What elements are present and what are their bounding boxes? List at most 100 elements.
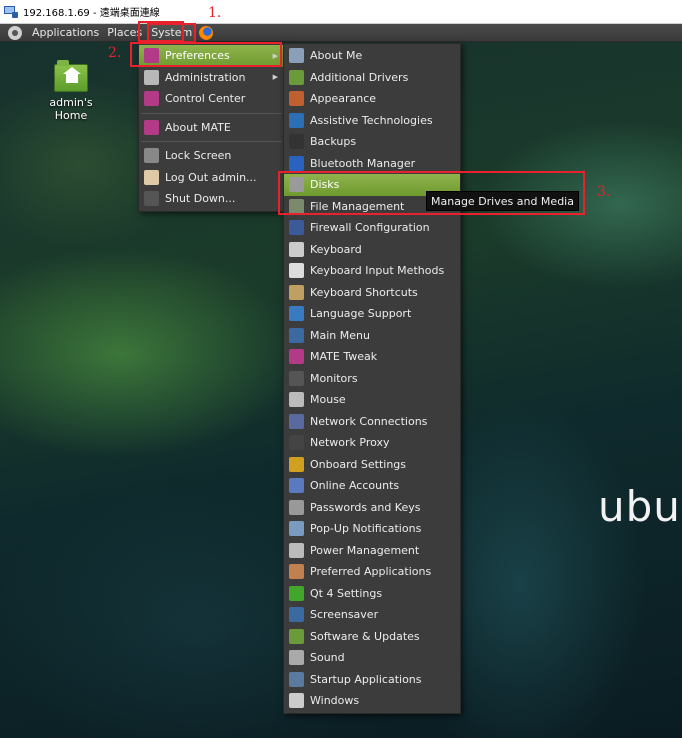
menu-item-label: Monitors bbox=[310, 371, 358, 385]
menu-item-label: About MATE bbox=[165, 120, 231, 134]
annotation-box-preferences bbox=[130, 42, 282, 67]
power-icon bbox=[144, 191, 159, 207]
menu-item-label: Backups bbox=[310, 135, 357, 149]
window-title: 192.168.1.69 - 遠端桌面連線 bbox=[23, 8, 160, 19]
menu-item-label: Startup Applications bbox=[310, 672, 422, 686]
menu-item-lock-screen[interactable]: Lock Screen bbox=[139, 145, 284, 167]
software-updates-icon bbox=[289, 628, 304, 644]
menu-item-monitors[interactable]: Monitors bbox=[284, 368, 460, 390]
applications-menu[interactable]: Applications bbox=[28, 24, 103, 42]
mate-logo-icon[interactable] bbox=[8, 25, 22, 40]
menu-item-windows[interactable]: Windows bbox=[284, 690, 460, 712]
keyboard-icon bbox=[289, 241, 304, 257]
annotation-step-1: 1. bbox=[208, 5, 222, 21]
menu-item-onboard-settings[interactable]: Onboard Settings bbox=[284, 454, 460, 476]
menu-item-keyboard[interactable]: Keyboard bbox=[284, 239, 460, 261]
menu-item-label: Passwords and Keys bbox=[310, 500, 421, 514]
passwords-icon bbox=[289, 499, 304, 515]
menu-item-about-mate[interactable]: About MATE bbox=[139, 117, 284, 139]
menu-item-startup-applications[interactable]: Startup Applications bbox=[284, 669, 460, 691]
menu-item-label: Mouse bbox=[310, 393, 346, 407]
online-accounts-icon bbox=[289, 478, 304, 494]
menu-item-label: Assistive Technologies bbox=[310, 113, 433, 127]
menu-item-label: About Me bbox=[310, 49, 363, 63]
annotation-step-3: 3. bbox=[597, 184, 611, 200]
home-folder-icon bbox=[54, 60, 88, 92]
menu-item-main-menu[interactable]: Main Menu bbox=[284, 325, 460, 347]
menu-item-power-management[interactable]: Power Management bbox=[284, 540, 460, 562]
menu-item-label: Sound bbox=[310, 651, 345, 665]
drivers-icon bbox=[289, 69, 304, 85]
preferences-submenu: About Me Additional Drivers Appearance Assi… bbox=[283, 43, 461, 714]
menu-item-label: Additional Drivers bbox=[310, 70, 409, 84]
network-proxy-icon bbox=[289, 435, 304, 451]
menu-item-mate-tweak[interactable]: MATE Tweak bbox=[284, 346, 460, 368]
desktop-home-icon[interactable]: admin's Home bbox=[32, 60, 110, 122]
notifications-icon bbox=[289, 521, 304, 537]
menu-item-label: Windows bbox=[310, 694, 360, 708]
menu-item-additional-drivers[interactable]: Additional Drivers bbox=[284, 67, 460, 89]
qt-icon bbox=[289, 585, 304, 601]
submenu-arrow-icon: ▶ bbox=[272, 73, 278, 82]
menu-item-label: Main Menu bbox=[310, 328, 370, 342]
system-dropdown: Preferences ▶ Administration ▶ Control Cente… bbox=[138, 43, 285, 212]
menu-item-label: Software & Updates bbox=[310, 629, 420, 643]
menu-item-administration[interactable]: Administration ▶ bbox=[139, 67, 284, 89]
menu-item-qt-4-settings[interactable]: Qt 4 Settings bbox=[284, 583, 460, 605]
about-me-icon bbox=[289, 48, 304, 64]
window-titlebar: 192.168.1.69 - 遠端桌面連線 bbox=[0, 0, 682, 24]
ubuntu-wordmark: ubur bbox=[598, 482, 682, 531]
menu-item-label: Administration bbox=[165, 70, 246, 84]
menu-item-label: Power Management bbox=[310, 543, 420, 557]
backups-icon bbox=[289, 134, 304, 150]
menu-item-label: Shut Down... bbox=[165, 192, 236, 206]
menu-item-shut-down[interactable]: Shut Down... bbox=[139, 188, 284, 210]
main-menu-icon bbox=[289, 327, 304, 343]
menu-item-pop-up-notifications[interactable]: Pop-Up Notifications bbox=[284, 518, 460, 540]
menu-item-firewall-configuration[interactable]: Firewall Configuration bbox=[284, 217, 460, 239]
screensaver-icon bbox=[289, 607, 304, 623]
firefox-icon[interactable] bbox=[199, 25, 214, 40]
user-icon bbox=[144, 169, 159, 185]
menu-item-label: Language Support bbox=[310, 307, 412, 321]
menu-item-passwords-and-keys[interactable]: Passwords and Keys bbox=[284, 497, 460, 519]
menu-item-software-updates[interactable]: Software & Updates bbox=[284, 626, 460, 648]
menu-item-keyboard-shortcuts[interactable]: Keyboard Shortcuts bbox=[284, 282, 460, 304]
menu-item-backups[interactable]: Backups bbox=[284, 131, 460, 153]
menu-item-label: Log Out admin... bbox=[165, 170, 257, 184]
preferred-apps-icon bbox=[289, 564, 304, 580]
menu-item-online-accounts[interactable]: Online Accounts bbox=[284, 475, 460, 497]
startup-icon bbox=[289, 671, 304, 687]
language-icon bbox=[289, 306, 304, 322]
windows-icon bbox=[289, 693, 304, 709]
top-panel: Applications Places System bbox=[0, 22, 682, 43]
menu-item-label: Lock Screen bbox=[165, 149, 232, 163]
menu-separator bbox=[141, 141, 282, 142]
menu-item-label: Online Accounts bbox=[310, 479, 400, 493]
menu-item-network-connections[interactable]: Network Connections bbox=[284, 411, 460, 433]
menu-item-label: Preferred Applications bbox=[310, 565, 432, 579]
menu-item-sound[interactable]: Sound bbox=[284, 647, 460, 669]
accessibility-icon bbox=[289, 112, 304, 128]
monitors-icon bbox=[289, 370, 304, 386]
mouse-icon bbox=[289, 392, 304, 408]
menu-item-label: Keyboard Shortcuts bbox=[310, 285, 418, 299]
menu-item-keyboard-input-methods[interactable]: Keyboard Input Methods bbox=[284, 260, 460, 282]
menu-item-label: Appearance bbox=[310, 92, 377, 106]
menu-item-control-center[interactable]: Control Center bbox=[139, 88, 284, 110]
menu-item-mouse[interactable]: Mouse bbox=[284, 389, 460, 411]
menu-item-preferred-applications[interactable]: Preferred Applications bbox=[284, 561, 460, 583]
menu-item-network-proxy[interactable]: Network Proxy bbox=[284, 432, 460, 454]
menu-item-about-me[interactable]: About Me bbox=[284, 45, 460, 67]
menu-item-label: Network Connections bbox=[310, 414, 428, 428]
menu-item-label: Firewall Configuration bbox=[310, 221, 430, 235]
menu-item-language-support[interactable]: Language Support bbox=[284, 303, 460, 325]
menu-item-log-out-admin[interactable]: Log Out admin... bbox=[139, 167, 284, 189]
home-label: admin's Home bbox=[49, 96, 93, 122]
menu-item-assistive-technologies[interactable]: Assistive Technologies bbox=[284, 110, 460, 132]
menu-item-screensaver[interactable]: Screensaver bbox=[284, 604, 460, 626]
menu-item-appearance[interactable]: Appearance bbox=[284, 88, 460, 110]
annotation-box-system bbox=[138, 21, 184, 42]
firewall-icon bbox=[289, 220, 304, 236]
bluetooth-icon bbox=[289, 155, 304, 171]
